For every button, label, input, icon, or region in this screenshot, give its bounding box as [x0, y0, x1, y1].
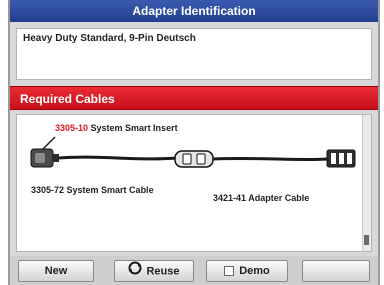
demo-checkbox[interactable] [224, 266, 235, 277]
smart-cable-label: 3305-72 System Smart Cable [31, 185, 154, 195]
new-button[interactable]: New [18, 260, 94, 282]
reuse-button-label: Reuse [146, 265, 180, 278]
adapter-identification-window: Adapter Identification Heavy Duty Standa… [8, 0, 380, 285]
vehicle-connector-text: Heavy Duty Standard, 9-Pin Deutsch [23, 33, 196, 44]
smart-cable-line [58, 155, 178, 161]
vehicle-connector-info: Heavy Duty Standard, 9-Pin Deutsch [16, 28, 372, 80]
reuse-button[interactable]: Reuse [114, 260, 194, 282]
demo-button[interactable]: Demo [206, 260, 288, 282]
cable-junction-icon [174, 150, 214, 168]
recycle-icon [128, 261, 142, 282]
adapter-connector-icon [326, 149, 356, 168]
cable-diagram-panel: 3305-10 System Smart Insert 3305-72 Syst… [16, 114, 372, 252]
adapter-cable-label: 3421-41 Adapter Cable [213, 193, 310, 203]
adapter-cable-line [212, 156, 328, 162]
smart-insert-number: 3305-10 [55, 123, 89, 133]
demo-button-label: Demo [239, 265, 270, 277]
new-button-label: New [44, 265, 68, 277]
smart-cable-connector-icon [30, 148, 59, 168]
button-bar: New Reuse Demo [10, 256, 378, 285]
cable-diagram [30, 136, 356, 168]
required-cables-banner: Required Cables [10, 86, 378, 110]
blank-button[interactable] [302, 260, 370, 282]
window-title: Adapter Identification [10, 0, 378, 22]
content-scrollbar[interactable] [362, 115, 371, 251]
scrollbar-thumb[interactable] [364, 235, 369, 245]
smart-insert-name: System Smart Insert [88, 123, 178, 133]
smart-insert-label: 3305-10 System Smart Insert [55, 123, 178, 133]
